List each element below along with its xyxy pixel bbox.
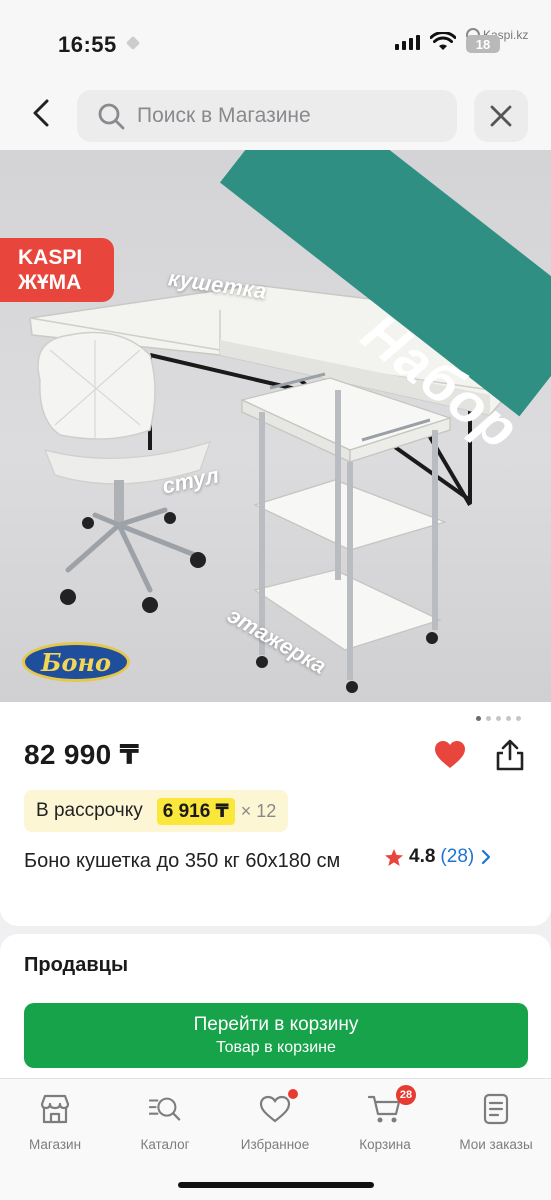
product-price: 82 990 ₸ — [24, 739, 140, 770]
brand-logo: Боно — [22, 642, 130, 682]
pager-dot — [516, 716, 521, 721]
installment-amount: 6 916 ₸ — [156, 797, 235, 825]
promo-line-2: ЖҰМА — [18, 271, 82, 294]
cta-sublabel: Товар в корзине — [216, 1038, 336, 1056]
battery-badge: 18 — [466, 35, 500, 53]
product-image[interactable]: Набор KASPI ЖҰМА кушетка стул этажерка Б… — [0, 150, 551, 702]
home-indicator — [178, 1182, 374, 1188]
chevron-right-icon — [482, 849, 491, 865]
wifi-icon — [429, 31, 457, 57]
review-count: (28) — [440, 846, 475, 867]
close-button[interactable] — [474, 90, 528, 142]
heart-filled-icon — [435, 741, 465, 768]
rating-link[interactable]: 4.8 (28) — [384, 846, 493, 868]
pager-dot — [506, 716, 511, 721]
pager-dot — [486, 716, 491, 721]
promo-line-1: KASPI — [18, 246, 83, 269]
share-button[interactable] — [494, 738, 526, 777]
share-icon — [496, 739, 524, 771]
image-pager[interactable] — [476, 716, 521, 721]
tab-favorites[interactable]: Избранное — [220, 1089, 330, 1152]
installment-chip[interactable]: В рассрочку 6 916 ₸ × 12 — [24, 790, 289, 832]
rating-value: 4.8 — [409, 846, 436, 867]
search-icon — [98, 103, 125, 130]
search-input[interactable]: Поиск в Магазине — [77, 90, 457, 142]
tab-catalog[interactable]: Каталог — [110, 1093, 220, 1152]
search-placeholder: Поиск в Магазине — [137, 104, 311, 127]
heart-icon — [258, 1089, 298, 1125]
cart-badge: 28 — [396, 1085, 416, 1105]
tab-label: Корзина — [359, 1137, 411, 1152]
orders-icon — [479, 1093, 513, 1125]
sellers-section: Продавцы Перейти в корзину Товар в корзи… — [0, 934, 551, 1084]
status-time: 16:55 — [58, 32, 117, 57]
go-to-cart-button[interactable]: Перейти в корзину Товар в корзине — [24, 1003, 528, 1068]
notification-dot — [288, 1089, 298, 1099]
star-icon — [385, 848, 403, 866]
search-header: Поиск в Магазине — [0, 80, 551, 150]
cart-icon: 28 — [368, 1085, 416, 1125]
sellers-title: Продавцы — [24, 954, 129, 976]
catalog-search-icon — [148, 1093, 182, 1125]
promo-badge: KASPI ЖҰМА — [0, 238, 114, 302]
favorite-button[interactable] — [434, 740, 466, 775]
tab-label: Магазин — [28, 1137, 82, 1152]
back-button[interactable] — [26, 98, 56, 128]
pager-dot — [476, 716, 481, 721]
close-icon — [490, 105, 512, 127]
product-title: Боно кушетка до 350 кг 60x180 см — [24, 850, 341, 872]
cellular-signal-icon — [395, 35, 420, 50]
installment-times: × 12 — [240, 800, 277, 821]
tab-label: Избранное — [240, 1137, 310, 1152]
tab-label: Каталог — [140, 1137, 190, 1152]
tab-cart[interactable]: 28 Корзина — [330, 1085, 440, 1152]
tab-shop[interactable]: Магазин — [0, 1093, 110, 1152]
cta-label: Перейти в корзину — [193, 1013, 359, 1035]
tab-label: Мои заказы — [459, 1137, 533, 1152]
chevron-left-icon — [33, 99, 49, 127]
location-icon — [125, 35, 141, 51]
shop-icon — [38, 1093, 72, 1125]
tab-orders[interactable]: Мои заказы — [441, 1093, 551, 1152]
installment-label: В рассрочку — [36, 800, 143, 821]
pager-dot — [496, 716, 501, 721]
status-bar: 16:55 Kaspi.kz 18 — [0, 0, 551, 80]
product-info-card: 82 990 ₸ В рассрочку 6 916 ₸ × 12 Боно к… — [0, 702, 551, 926]
